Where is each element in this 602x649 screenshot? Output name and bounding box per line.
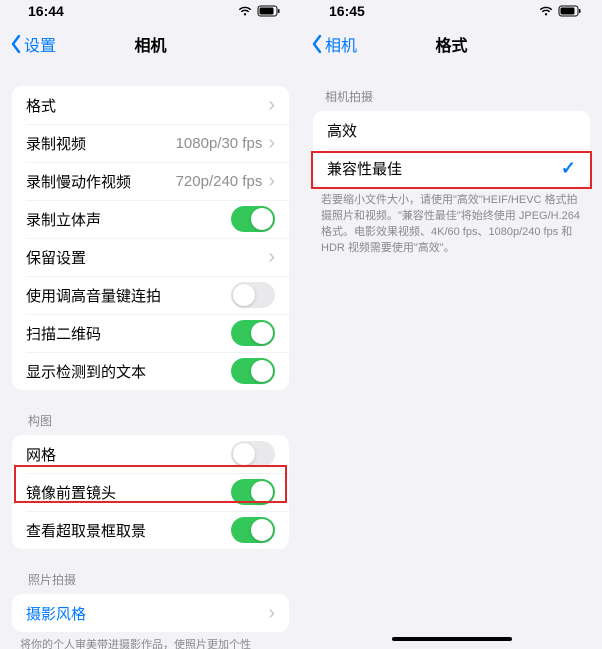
wifi-icon <box>237 5 253 17</box>
nav-title: 格式 <box>435 32 467 56</box>
back-button[interactable]: 设置 <box>10 32 56 56</box>
group-formats: 高效兼容性最佳✓ <box>313 111 590 187</box>
cell-label: 录制视频 <box>26 133 176 154</box>
section-footer-formats: 若要缩小文件大小，请使用"高效"HEIF/HEVC 格式拍摄照片和视频。"兼容性… <box>301 187 602 257</box>
cell-label: 使用调高音量键连拍 <box>26 285 231 306</box>
main-row-4[interactable]: 保留设置› <box>12 238 289 276</box>
chevron-left-icon <box>311 34 323 54</box>
chevron-right-icon: › <box>268 133 275 153</box>
toggle[interactable] <box>231 358 275 384</box>
toggle[interactable] <box>231 479 275 505</box>
section-header-composition: 构图 <box>0 390 301 435</box>
nav-bar: 相机 格式 <box>301 22 602 66</box>
status-bar: 16:44 <box>0 0 301 22</box>
chevron-left-icon <box>10 34 22 54</box>
nav-bar: 设置 相机 <box>0 22 301 66</box>
toggle[interactable] <box>231 517 275 543</box>
toggle[interactable] <box>231 320 275 346</box>
cell-label: 高效 <box>327 120 576 141</box>
status-icons <box>237 5 281 17</box>
cell-label: 扫描二维码 <box>26 323 231 344</box>
section-footer-photo: 将你的个人审美带进摄影作品，使照片更加个性化。"摄影风格"使用先进的场景理解技术… <box>0 632 301 649</box>
cell-label: 格式 <box>26 95 268 116</box>
chevron-right-icon: › <box>268 603 275 623</box>
screen-camera-settings: 16:44 设置 相机 格式›录制视频1080p/30 fps›录制慢动作视频7… <box>0 0 301 649</box>
wifi-icon <box>538 5 554 17</box>
group-main: 格式›录制视频1080p/30 fps›录制慢动作视频720p/240 fps›… <box>12 86 289 390</box>
main-row-1[interactable]: 录制视频1080p/30 fps › <box>12 124 289 162</box>
chevron-right-icon: › <box>268 171 275 191</box>
battery-icon <box>257 5 281 17</box>
chevron-right-icon: › <box>268 95 275 115</box>
cell-detail: 1080p/30 fps <box>176 135 263 152</box>
format-row-0[interactable]: 高效 <box>313 111 590 149</box>
status-icons <box>538 5 582 17</box>
group-composition: 网格镜像前置镜头查看超取景框取景 <box>12 435 289 549</box>
composition-row-1[interactable]: 镜像前置镜头 <box>12 473 289 511</box>
cell-label: 兼容性最佳 <box>327 158 561 179</box>
toggle[interactable] <box>231 206 275 232</box>
back-label: 设置 <box>24 32 56 56</box>
screen-formats: 16:45 相机 格式 相机拍摄 高效兼容性最佳✓ 若要缩小文件大小，请使用"高… <box>301 0 602 649</box>
battery-icon <box>558 5 582 17</box>
toggle[interactable] <box>231 441 275 467</box>
main-row-0[interactable]: 格式› <box>12 86 289 124</box>
main-row-7[interactable]: 显示检测到的文本 <box>12 352 289 390</box>
status-time: 16:45 <box>329 3 365 19</box>
composition-row-0[interactable]: 网格 <box>12 435 289 473</box>
cell-label: 显示检测到的文本 <box>26 361 231 382</box>
main-row-5[interactable]: 使用调高音量键连拍 <box>12 276 289 314</box>
home-indicator <box>392 637 512 641</box>
cell-detail: 720p/240 fps <box>176 173 263 190</box>
section-header-capture: 相机拍摄 <box>301 66 602 111</box>
cell-label: 录制慢动作视频 <box>26 171 176 192</box>
toggle[interactable] <box>231 282 275 308</box>
back-button[interactable]: 相机 <box>311 32 357 56</box>
cell-label: 查看超取景框取景 <box>26 520 231 541</box>
nav-title: 相机 <box>134 32 166 56</box>
composition-row-2[interactable]: 查看超取景框取景 <box>12 511 289 549</box>
section-header-photo: 照片拍摄 <box>0 549 301 594</box>
status-bar: 16:45 <box>301 0 602 22</box>
format-row-1[interactable]: 兼容性最佳✓ <box>313 149 590 187</box>
group-photo: 摄影风格› <box>12 594 289 632</box>
cell-label: 摄影风格 <box>26 603 268 624</box>
check-icon: ✓ <box>561 158 576 179</box>
cell-label: 镜像前置镜头 <box>26 482 231 503</box>
status-time: 16:44 <box>28 3 64 19</box>
main-row-6[interactable]: 扫描二维码 <box>12 314 289 352</box>
main-row-2[interactable]: 录制慢动作视频720p/240 fps › <box>12 162 289 200</box>
back-label: 相机 <box>325 32 357 56</box>
photo-row-0[interactable]: 摄影风格› <box>12 594 289 632</box>
cell-label: 网格 <box>26 444 231 465</box>
cell-label: 保留设置 <box>26 247 268 268</box>
chevron-right-icon: › <box>268 247 275 267</box>
main-row-3[interactable]: 录制立体声 <box>12 200 289 238</box>
cell-label: 录制立体声 <box>26 209 231 230</box>
